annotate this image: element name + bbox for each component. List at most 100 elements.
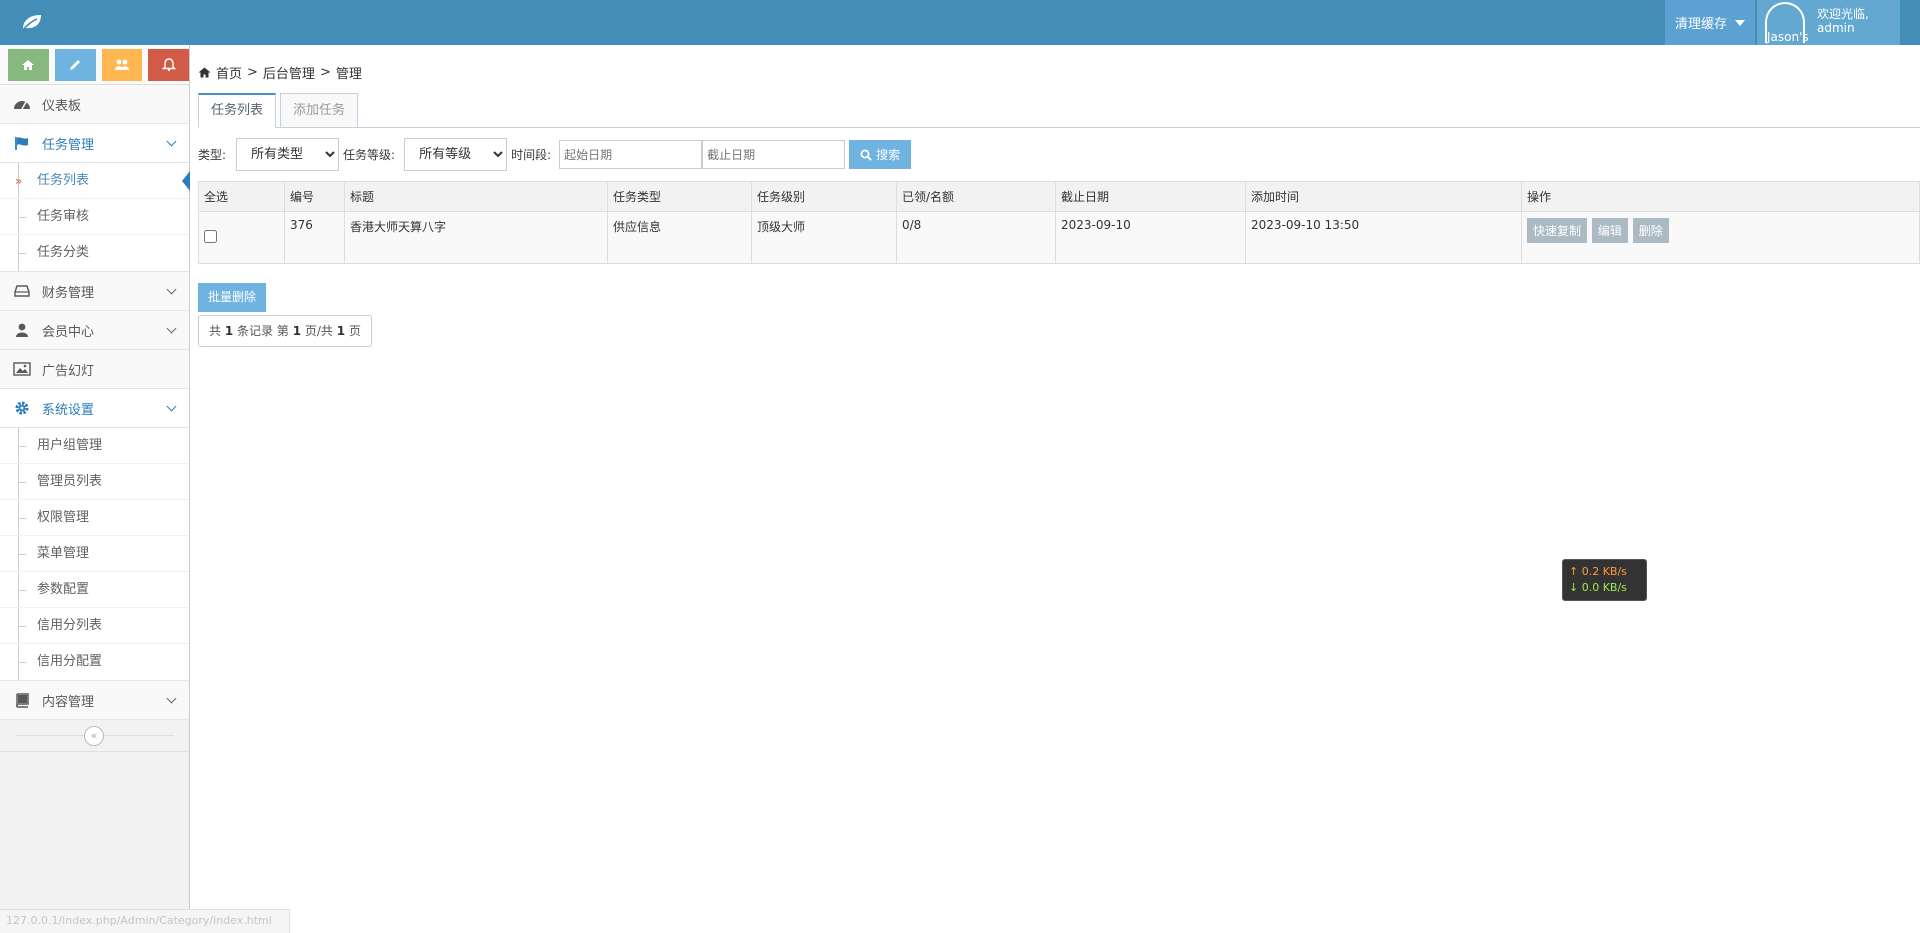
sidebar-subitem-label: 用户组管理 [37, 438, 103, 453]
user-menu[interactable]: Jason's 欢迎光临, admin [1757, 0, 1900, 45]
start-date-input[interactable] [559, 140, 703, 169]
tab-task-list[interactable]: 任务列表 [198, 93, 277, 128]
sidebar-subitem-task-review[interactable]: 任务审核 [0, 199, 189, 235]
col-quota: 已领/名额 [896, 181, 1056, 212]
sidebar-item-label: 会员中心 [42, 324, 95, 340]
sidebar-item-system-settings[interactable]: 系统设置 [0, 389, 189, 428]
row-quota: 0/8 [896, 211, 1056, 264]
row-added-time: 2023-09-10 13:50 [1245, 211, 1522, 264]
active-pointer [182, 171, 190, 191]
row-type: 供应信息 [607, 211, 752, 264]
pencil-icon [70, 60, 81, 70]
gear-icon [12, 400, 32, 416]
sidebar-subitem-permissions[interactable]: 权限管理 [0, 500, 189, 536]
col-task-type: 任务类型 [607, 181, 752, 212]
sidebar-subitem-params[interactable]: 参数配置 [0, 572, 189, 608]
breadcrumb-separator: > [247, 65, 258, 80]
breadcrumb-admin[interactable]: 后台管理 [263, 63, 315, 82]
breadcrumb-separator: > [319, 65, 331, 80]
download-speed: ↓ 0.0 KB/s [1569, 581, 1627, 594]
sidebar-subitem-credit-config[interactable]: 信用分配置 [0, 644, 189, 680]
sidebar-subitem-user-groups[interactable]: 用户组管理 [0, 428, 189, 464]
sidebar-subitem-label: 菜单管理 [37, 546, 90, 561]
upload-speed: ↑ 0.2 KB/s [1569, 565, 1627, 578]
shortcut-bar [0, 45, 189, 85]
col-deadline: 截止日期 [1055, 181, 1246, 212]
tab-add-task[interactable]: 添加任务 [280, 93, 359, 128]
clear-cache-label: 清理缓存 [1674, 17, 1727, 32]
sidebar-item-dashboard[interactable]: 仪表板 [0, 85, 189, 124]
sidebar-item-members[interactable]: 会员中心 [0, 311, 189, 350]
chevron-down-icon [166, 693, 177, 704]
row-select-cell [198, 211, 285, 264]
bell-icon [161, 58, 176, 72]
chevron-down-icon [166, 323, 177, 334]
sidebar-subitem-credit-list[interactable]: 信用分列表 [0, 608, 189, 644]
pager-text: 共 [209, 324, 222, 338]
row-id: 376 [284, 211, 345, 264]
picture-icon [12, 361, 32, 377]
welcome-text: 欢迎光临, admin [1817, 7, 1869, 35]
sidebar-subitem-label: 权限管理 [37, 510, 90, 525]
col-id: 编号 [284, 181, 345, 212]
sidebar-item-label: 内容管理 [42, 694, 95, 710]
filter-bar: 类型: 所有类型 任务等级: 所有等级 时间段: 搜索 [198, 138, 912, 171]
search-button[interactable]: 搜索 [849, 140, 912, 169]
avatar-alt-text: Jason's [1767, 30, 1809, 44]
breadcrumb-current: 管理 [335, 67, 362, 82]
flag-icon [12, 135, 32, 151]
sidebar-subitem-label: 任务审核 [37, 209, 90, 224]
search-button-label: 搜索 [876, 148, 901, 162]
sidebar-subitem-task-list[interactable]: » 任务列表 [0, 163, 190, 199]
sidebar-subitem-label: 信用分配置 [37, 654, 103, 669]
user-icon [12, 322, 32, 338]
sidebar-item-ads[interactable]: 广告幻灯 [0, 350, 189, 389]
delete-button[interactable]: 删除 [1632, 218, 1669, 243]
sidebar: 仪表板 任务管理 » 任务列表 任务审核 任务分类 财务管理 会员中心 广告幻灯… [0, 45, 190, 933]
col-title: 标题 [344, 181, 608, 212]
shortcut-edit-button[interactable] [54, 49, 96, 81]
username: admin [1817, 21, 1855, 35]
sidebar-item-label: 财务管理 [42, 285, 95, 301]
sidebar-subitem-task-category[interactable]: 任务分类 [0, 235, 189, 271]
breadcrumb-home[interactable]: 首页 [216, 63, 242, 82]
users-icon [114, 59, 129, 70]
sidebar-subitem-label: 参数配置 [37, 582, 90, 597]
pagination-info: 共 1 条记录 第 1 页/共 1 页 [198, 315, 372, 347]
shortcut-alerts-button[interactable] [148, 49, 189, 81]
edit-button[interactable]: 编辑 [1591, 218, 1628, 243]
row-level: 顶级大师 [751, 211, 897, 264]
clear-cache-button[interactable]: 清理缓存 [1665, 0, 1755, 45]
double-angle-left-icon[interactable]: « [84, 726, 104, 746]
pager-text: 条记录 第 [237, 324, 289, 338]
pager-page: 1 [292, 324, 302, 338]
shortcut-home-button[interactable] [8, 49, 49, 81]
level-select[interactable]: 所有等级 [404, 138, 508, 171]
quick-copy-button[interactable]: 快速复制 [1527, 218, 1588, 243]
col-actions: 操作 [1521, 181, 1920, 212]
sidebar-item-content[interactable]: 内容管理 [0, 681, 189, 720]
end-date-input[interactable] [702, 140, 846, 169]
table-row: 376 香港大师天算八字 供应信息 顶级大师 0/8 2023-09-10 20… [198, 211, 1920, 264]
sidebar-menu: 仪表板 任务管理 » 任务列表 任务审核 任务分类 财务管理 会员中心 广告幻灯… [0, 85, 190, 720]
type-select[interactable]: 所有类型 [236, 138, 340, 171]
col-select-all[interactable]: 全选 [198, 181, 285, 212]
search-icon [860, 149, 872, 161]
task-table: 全选 编号 标题 任务类型 任务级别 已领/名额 截止日期 添加时间 操作 37… [198, 181, 1920, 264]
sidebar-item-task-management[interactable]: 任务管理 [0, 124, 189, 163]
batch-delete-button[interactable]: 批量删除 [198, 283, 267, 312]
sidebar-subitem-menus[interactable]: 菜单管理 [0, 536, 189, 572]
caret-down-icon [1735, 19, 1745, 26]
double-angle-right-icon: » [15, 174, 23, 188]
col-added-time: 添加时间 [1245, 181, 1522, 212]
shortcut-users-button[interactable] [101, 49, 143, 81]
pager-pages: 1 [336, 324, 346, 338]
settings-submenu: 用户组管理 管理员列表 权限管理 菜单管理 参数配置 信用分列表 信用分配置 [0, 428, 189, 681]
sidebar-subitem-admin-list[interactable]: 管理员列表 [0, 464, 189, 500]
leaf-icon[interactable] [20, 12, 44, 32]
sidebar-item-finance[interactable]: 财务管理 [0, 272, 189, 311]
row-checkbox[interactable] [204, 229, 217, 243]
sidebar-collapse-bar: « [0, 720, 189, 752]
hdd-icon [12, 283, 32, 299]
welcome-label: 欢迎光临, [1817, 7, 1869, 21]
